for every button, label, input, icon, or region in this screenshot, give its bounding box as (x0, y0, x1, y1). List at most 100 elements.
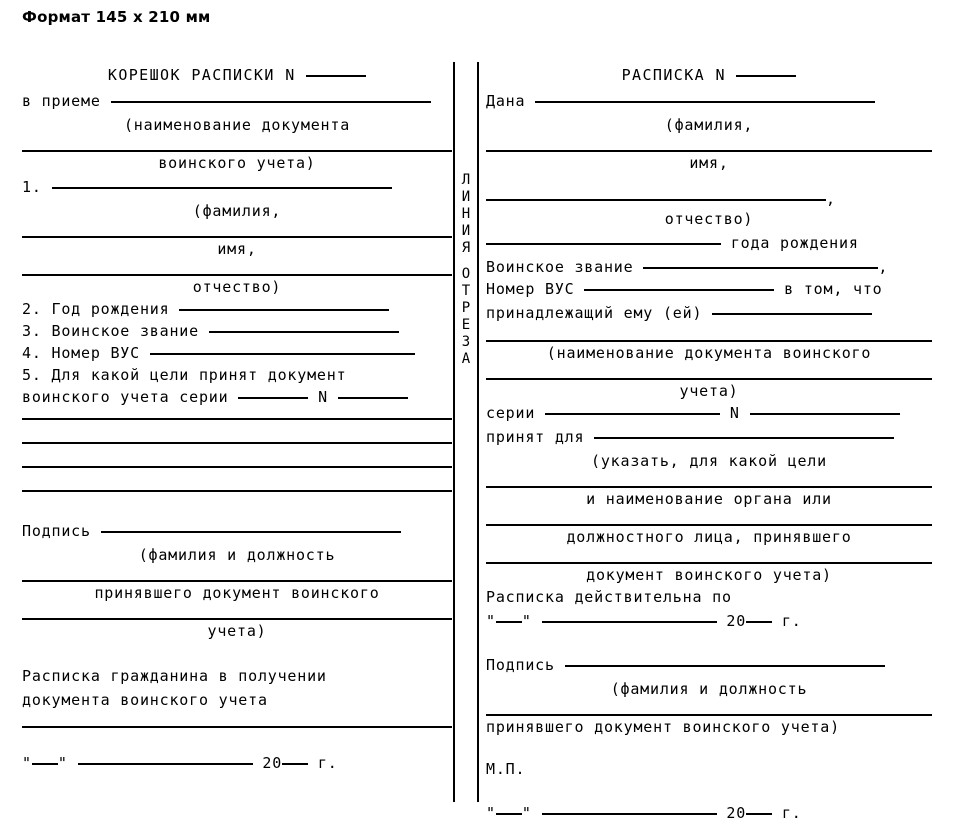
receipt-patronymic-comma: , (826, 190, 836, 208)
stub-number-field[interactable] (306, 61, 367, 77)
stub-item-3-label: 3. Воинское звание (22, 322, 199, 340)
receipt-hint-firstname: имя, (689, 154, 729, 172)
receipt-final-date-year-prefix: 20 (726, 804, 747, 822)
stub-date-year-field[interactable] (282, 749, 309, 765)
stub-in-receipt-label: в приеме (22, 92, 101, 110)
cut-line-char-3: Н (461, 206, 471, 222)
receipt-final-date-year-suffix: г. (781, 804, 802, 822)
receipt-rank-comma: , (878, 258, 889, 276)
receipt-series-row: серии N (486, 402, 932, 424)
receipt-valid-date-month-field[interactable] (541, 607, 717, 623)
receipt-valid-until-label: Расписка действительна по (486, 588, 732, 606)
cut-line-vertical-label: Л И Н И Я О Т Р Е З А (453, 172, 479, 368)
stub-item-5-line-1: 5. Для какой цели принят документ (22, 366, 347, 384)
receipt-series-field[interactable] (545, 399, 720, 415)
receipt-surname-field[interactable] (535, 87, 876, 103)
cut-line-char-4: И (461, 223, 471, 239)
receipt-stamp-label: М.П. (486, 760, 526, 778)
stub-date-year-prefix: 20 (262, 754, 283, 772)
receipt-belonging-field[interactable] (712, 299, 873, 315)
receipt-vus-row: Номер ВУС в том, что (486, 278, 932, 300)
receipt-series-n-label: N (729, 404, 740, 422)
stub-citizen-receipt-line-2: документа воинского учета (22, 691, 268, 709)
receipt-vus-tail: в том, что (784, 280, 883, 298)
stub-item-5-row-2: воинского учета серии N (22, 386, 452, 408)
stub-date-row: " " 20 г. (22, 750, 452, 776)
stub-vus-field[interactable] (149, 339, 415, 355)
stub-item-5-line-2-label: воинского учета серии (22, 388, 229, 406)
receipt-series-number-field[interactable] (749, 399, 900, 415)
receipt-patronymic-row: , (486, 188, 932, 208)
receipt-signature-field[interactable] (564, 651, 885, 667)
stub-document-name-field[interactable] (110, 87, 431, 103)
receipt-final-date-day-field[interactable] (495, 799, 522, 815)
cut-line-word-gap (453, 257, 479, 266)
receipt-valid-date-day-field[interactable] (495, 607, 522, 623)
stub-signature-row: Подпись (22, 518, 452, 544)
receipt-belonging-row: принадлежащий ему (ей) (486, 300, 932, 326)
receipt-hint-purpose-4: документ воинского учета) (586, 566, 832, 584)
cut-line-char-5: Я (461, 240, 471, 256)
receipt-vus-label: Номер ВУС (486, 280, 575, 298)
receipt-valid-until-row: Расписка действительна по (486, 586, 932, 608)
stub-year-of-birth-field[interactable] (179, 295, 390, 311)
stub-item-4-row: 4. Номер ВУС (22, 342, 452, 364)
stub-rank-field[interactable] (208, 317, 399, 333)
receipt-belonging-label: принадлежащий ему (ей) (486, 304, 703, 322)
receipt-number-field[interactable] (736, 61, 797, 77)
receipt-valid-date-year-field[interactable] (746, 607, 773, 623)
stub-date-quote-open: " (22, 754, 32, 772)
cut-line-char-2: И (461, 189, 471, 205)
receipt-hint-signature-2: принявшего документ воинского учета) (486, 718, 840, 736)
stub-item-1-number: 1. (22, 178, 42, 196)
receipt-rank-label: Воинское звание (486, 258, 634, 276)
receipt-final-date-month-field[interactable] (541, 799, 717, 815)
stub-item-4-label: 4. Номер ВУС (22, 344, 140, 362)
cut-line-char-10: З (461, 334, 471, 350)
stub-date-month-field[interactable] (77, 749, 253, 765)
stub-series-field[interactable] (238, 383, 309, 399)
cut-line-char-1: Л (461, 172, 471, 188)
receipt-rank-field[interactable] (643, 253, 879, 269)
receipt-hint-signature-1: (фамилия и должность (610, 680, 808, 698)
cut-line-char-8: Р (461, 300, 471, 316)
receipt-vus-field[interactable] (584, 275, 775, 291)
stub-hint-military-record: воинского учета) (158, 154, 316, 172)
receipt-hint-signature-2-row: принявшего документ воинского учета) (486, 716, 932, 738)
stub-citizen-receipt-line-1: Расписка гражданина в получении (22, 667, 327, 685)
receipt-final-date-year-field[interactable] (746, 799, 773, 815)
receipt-title: РАСПИСКА N (621, 66, 726, 84)
receipt-given-label: Дана (486, 92, 526, 110)
stub-citizen-receipt-row-1: Расписка гражданина в получении (22, 664, 452, 688)
stub-section: КОРЕШОК РАСПИСКИ N в приеме (наименовани… (22, 62, 452, 776)
stub-signature-label: Подпись (22, 522, 91, 540)
receipt-accepted-for-field[interactable] (594, 423, 895, 439)
receipt-stamp-row: М.П. (486, 756, 932, 782)
receipt-valid-date-year-suffix: г. (781, 612, 802, 630)
receipt-year-of-birth-label: года рождения (730, 234, 859, 252)
receipt-patronymic-field[interactable] (486, 185, 826, 201)
stub-hint-surname: (фамилия, (192, 202, 282, 220)
receipt-final-date-row: " " 20 г. (486, 800, 932, 826)
stub-title: КОРЕШОК РАСПИСКИ N (107, 66, 296, 84)
receipt-signature-label: Подпись (486, 656, 555, 674)
stub-date-year-suffix: г. (317, 754, 338, 772)
stub-surname-field[interactable] (51, 173, 392, 189)
stub-signature-field[interactable] (100, 517, 401, 533)
receipt-hint-purpose-1: (указать, для какой цели (591, 452, 827, 470)
receipt-hint-patronymic: отчество) (664, 210, 754, 228)
stub-date-day-field[interactable] (31, 749, 58, 765)
stub-item-5-n-label: N (318, 388, 328, 406)
cut-line-char-6: О (461, 266, 471, 282)
receipt-final-date-quote-close: " (521, 804, 532, 822)
receipt-year-of-birth-field[interactable] (486, 229, 721, 245)
stub-series-number-field[interactable] (337, 383, 408, 399)
cut-line-char-7: Т (461, 283, 471, 299)
receipt-accepted-for-row: принят для (486, 424, 932, 450)
receipt-valid-date-year-prefix: 20 (726, 612, 747, 630)
stub-item-1-row: 1. (22, 174, 452, 200)
receipt-final-date-quote-open: " (486, 804, 496, 822)
stub-hint-signature-2: принявшего документ воинского (94, 584, 380, 602)
receipt-accepted-for-label: принят для (486, 428, 585, 446)
cut-line-char-11: А (461, 351, 471, 367)
